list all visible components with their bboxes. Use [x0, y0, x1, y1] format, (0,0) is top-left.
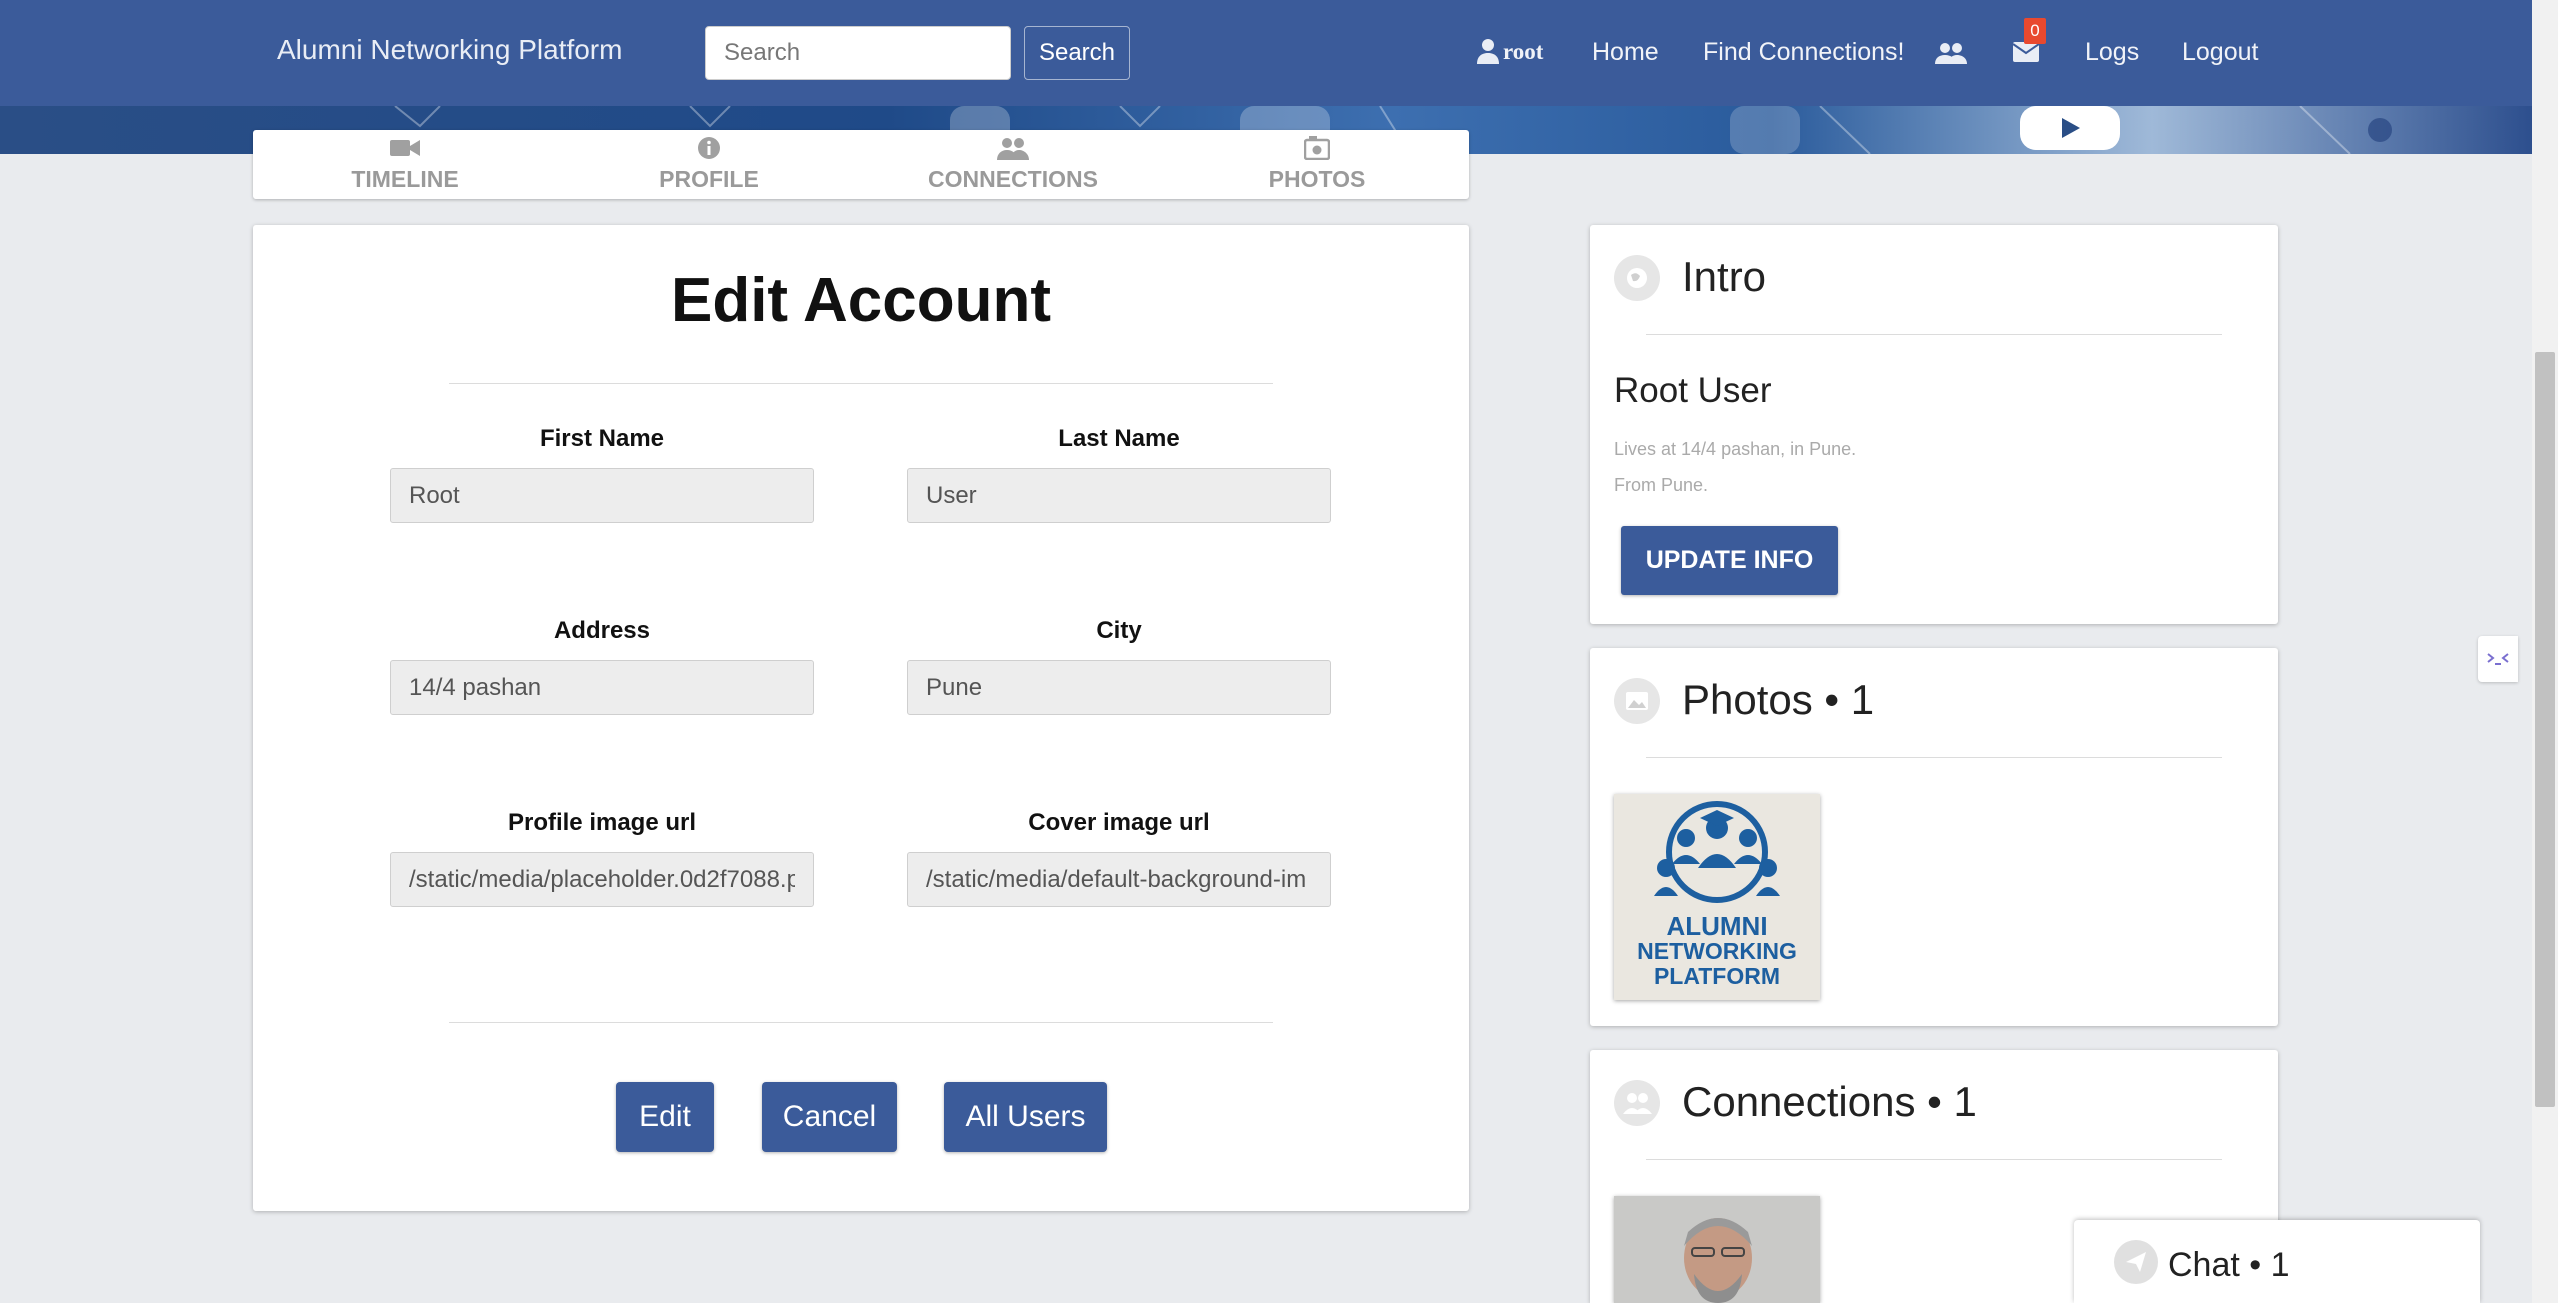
envelope-icon[interactable]: [2012, 42, 2040, 67]
address-field[interactable]: [390, 660, 814, 715]
photo-thumbnail[interactable]: ALUMNI NETWORKING PLATFORM: [1614, 794, 1820, 1000]
connections-divider: [1646, 1159, 2222, 1160]
nav-find-connections-link[interactable]: Find Connections!: [1703, 38, 1905, 67]
city-label: City: [1096, 617, 1142, 644]
messages-badge: 0: [2024, 18, 2046, 44]
tab-connections[interactable]: CONNECTIONS: [861, 136, 1165, 193]
tab-photos-label: PHOTOS: [1268, 166, 1366, 192]
address-label: Address: [553, 617, 651, 644]
nav-user-link[interactable]: root: [1503, 39, 1543, 65]
title-divider: [449, 383, 1273, 384]
video-camera-icon: [253, 136, 557, 164]
image-icon: [1614, 678, 1660, 724]
connections-title: Connections • 1: [1682, 1078, 1977, 1125]
logo-line-3: PLATFORM: [1653, 963, 1781, 989]
camera-icon: [1165, 136, 1469, 164]
photos-card: Photos • 1 ALUMNI NETWORKING PLATFORM: [1590, 648, 2278, 1026]
nav-logs-link[interactable]: Logs: [2085, 38, 2139, 67]
cancel-button[interactable]: Cancel: [762, 1082, 897, 1152]
connection-avatar[interactable]: [1614, 1196, 1820, 1303]
chat-widget[interactable]: Chat • 1: [2074, 1220, 2480, 1303]
info-icon: [557, 136, 861, 164]
first-name-field[interactable]: [390, 468, 814, 523]
logo-line-2: NETWORKING: [1637, 938, 1797, 964]
tab-connections-label: CONNECTIONS: [928, 166, 1098, 192]
lives-at-text: Lives at 14/4 pashan, in Pune.: [1614, 439, 1857, 459]
first-name-label: First Name: [539, 425, 665, 452]
tab-timeline[interactable]: TIMELINE: [253, 136, 557, 193]
logo-line-1: ALUMNI: [1666, 911, 1768, 941]
photos-divider: [1646, 757, 2222, 758]
users-icon: [861, 136, 1165, 164]
tab-timeline-label: TIMELINE: [351, 166, 459, 192]
nav-logout-link[interactable]: Logout: [2182, 38, 2258, 67]
last-name-field[interactable]: [907, 468, 1331, 523]
tab-profile[interactable]: PROFILE: [557, 136, 861, 193]
intro-title: Intro: [1682, 253, 1767, 300]
intro-card: Intro Root User Lives at 14/4 pashan, in…: [1590, 225, 2278, 624]
photos-title: Photos • 1: [1682, 676, 1875, 723]
edit-account-card: Edit Account First Name Last Name Addres…: [253, 225, 1469, 1211]
collapse-icon: [2486, 648, 2510, 673]
cover-image-url-field[interactable]: [907, 852, 1331, 907]
chat-title: Chat • 1: [2168, 1246, 2290, 1284]
from-text: From Pune.: [1614, 475, 1709, 495]
globe-icon: [1614, 255, 1660, 301]
connections-icon[interactable]: [1935, 42, 1967, 69]
search-button[interactable]: Search: [1024, 26, 1130, 80]
form-divider: [449, 1022, 1273, 1023]
users-icon: [1614, 1080, 1660, 1126]
edit-account-title: Edit Account: [670, 266, 1052, 335]
nav-home-link[interactable]: Home: [1592, 38, 1659, 67]
brand-link[interactable]: Alumni Networking Platform: [277, 34, 622, 66]
cover-image-url-label: Cover image url: [1028, 809, 1210, 836]
profile-image-url-label: Profile image url: [507, 809, 697, 836]
tab-profile-label: PROFILE: [659, 166, 759, 192]
update-info-button[interactable]: UPDATE INFO: [1621, 526, 1838, 595]
last-name-label: Last Name: [1058, 425, 1180, 452]
profile-image-url-field[interactable]: [390, 852, 814, 907]
city-field[interactable]: [907, 660, 1331, 715]
profile-tabs: TIMELINE PROFILE CONNECTIONS PHOTOS: [253, 130, 1469, 199]
side-panel-toggle[interactable]: [2478, 636, 2518, 682]
send-icon: [2114, 1240, 2158, 1289]
edit-button[interactable]: Edit: [616, 1082, 714, 1152]
profile-name: Root User: [1614, 371, 1772, 410]
scrollbar-thumb[interactable]: [2535, 352, 2555, 1107]
user-icon: [1477, 38, 1499, 69]
intro-divider: [1646, 334, 2222, 335]
search-input[interactable]: [705, 26, 1011, 80]
tab-photos[interactable]: PHOTOS: [1165, 136, 1469, 193]
top-navbar: Alumni Networking Platform Search root H…: [0, 0, 2558, 106]
all-users-button[interactable]: All Users: [944, 1082, 1107, 1152]
alumni-logo-icon: [1654, 801, 1780, 903]
